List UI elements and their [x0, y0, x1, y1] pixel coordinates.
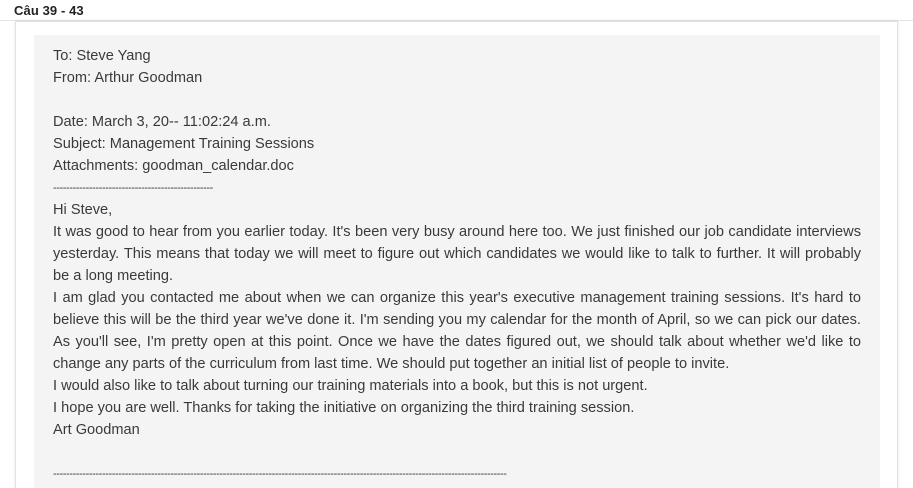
email-signature: Art Goodman	[53, 422, 140, 438]
email-subject: Subject: Management Training Sessions	[53, 136, 315, 152]
page: Câu 39 - 43 To: Steve Yang From: Arthur …	[0, 0, 913, 488]
question-range-title: Câu 39 - 43	[14, 3, 84, 18]
email-greeting: Hi Steve,	[53, 202, 113, 218]
email-from: From: Arthur Goodman	[53, 70, 203, 86]
email-paragraph-3: I would also like to talk about turning …	[53, 378, 648, 394]
separator-bottom: ----------------------------------------…	[53, 468, 507, 480]
email-to: To: Steve Yang	[53, 48, 151, 64]
email-date: Date: March 3, 20-- 11:02:24 a.m.	[53, 114, 271, 130]
email-body: To: Steve Yang From: Arthur Goodman Date…	[34, 35, 880, 488]
email-paragraph-1: It was good to hear from you earlier tod…	[53, 224, 861, 284]
email-paragraph-2: I am glad you contacted me about when we…	[53, 290, 861, 372]
separator-top: ----------------------------------------…	[53, 182, 213, 194]
email-paragraph-4: I hope you are well. Thanks for taking t…	[53, 400, 635, 416]
email-attachments: Attachments: goodman_calendar.doc	[53, 158, 294, 174]
